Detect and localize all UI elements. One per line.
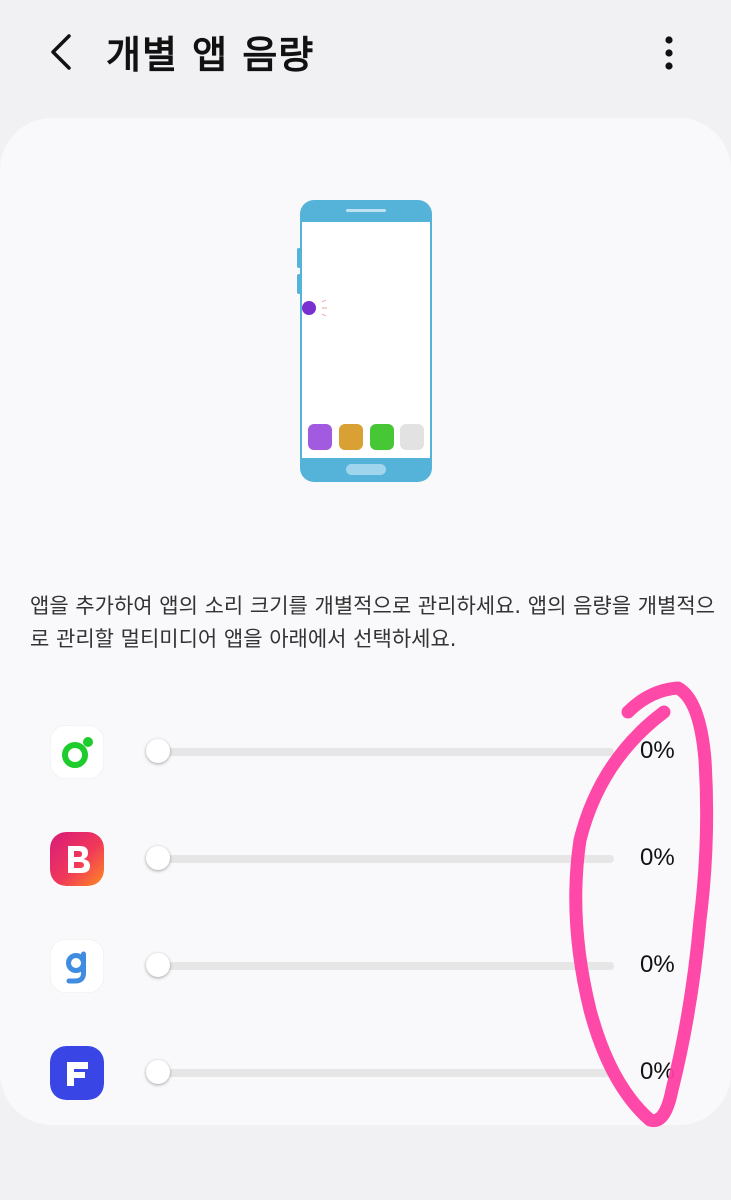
slider-track — [154, 1069, 614, 1077]
volume-slider[interactable] — [146, 1059, 616, 1087]
back-button[interactable] — [30, 22, 90, 82]
volume-slider[interactable] — [146, 952, 616, 980]
slider-thumb[interactable] — [146, 1060, 170, 1084]
volume-percent: 0% — [640, 737, 675, 764]
volume-slider[interactable] — [146, 845, 616, 873]
page-title: 개별 앱 음량 — [106, 33, 315, 77]
more-options-button[interactable] — [640, 24, 698, 82]
b-letter-app-icon[interactable] — [50, 832, 104, 886]
more-vertical-icon — [665, 36, 673, 70]
phone-illustration — [297, 200, 432, 482]
volume-percent: 0% — [640, 844, 675, 871]
slider-thumb[interactable] — [146, 739, 170, 763]
dock-app-icon — [339, 424, 363, 450]
slider-track — [154, 748, 614, 756]
chevron-left-icon — [51, 34, 71, 70]
volume-percent: 0% — [640, 1058, 675, 1085]
f-letter-app-icon[interactable] — [50, 1046, 104, 1100]
slider-thumb[interactable] — [146, 846, 170, 870]
slider-track — [154, 855, 614, 863]
app-volume-row: 0% — [0, 712, 731, 792]
dock-app-icon — [308, 424, 332, 450]
description-text: 앱을 추가하여 앱의 소리 크기를 개별적으로 관리하세요. 앱의 음량을 개별… — [30, 594, 715, 651]
g-letter-app-icon[interactable] — [50, 939, 104, 993]
dock-app-icon — [370, 424, 394, 450]
slider-thumb[interactable] — [146, 953, 170, 977]
dock-app-icon — [400, 424, 424, 450]
volume-percent: 0% — [640, 951, 675, 978]
volume-slider[interactable] — [146, 738, 616, 766]
app-volume-row: 0% — [0, 926, 731, 1006]
slider-track — [154, 962, 614, 970]
app-volume-row: 0% — [0, 819, 731, 899]
green-circle-app-icon[interactable] — [50, 725, 104, 779]
app-volume-row: 0% — [0, 1033, 731, 1113]
app-bar: 개별 앱 음량 — [0, 0, 731, 110]
